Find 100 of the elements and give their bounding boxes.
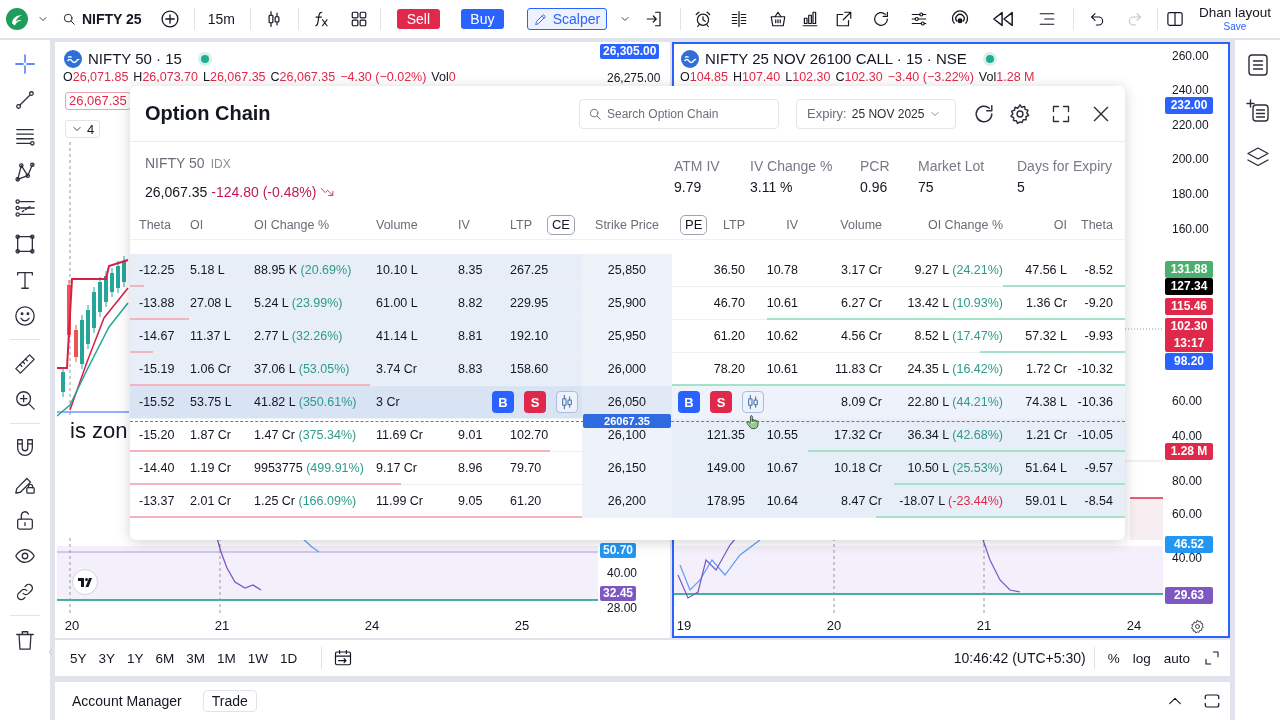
refresh-icon[interactable]: [973, 102, 995, 125]
table-cell: 267.25: [510, 263, 549, 277]
fullscreen-icon[interactable]: [1051, 103, 1071, 124]
layout-panel-icon[interactable]: [1165, 10, 1184, 28]
magnet-icon[interactable]: [14, 437, 36, 459]
table-cell: 8.52 L (17.47%): [914, 329, 1003, 343]
hand-cursor-icon: [746, 414, 760, 430]
expiry-dropdown[interactable]: Expiry: 25 NOV 2025: [796, 98, 956, 129]
symbol-search-button[interactable]: NIFTY 25: [62, 11, 142, 27]
lock-icon[interactable]: [14, 509, 36, 531]
zoom-in-icon[interactable]: [14, 389, 36, 411]
buy-button[interactable]: B: [678, 391, 700, 413]
table-row[interactable]: -13.37 2.01 Cr 1.25 Cr (166.09%) 11.99 Cr 9.05 61.20 26,200 178.95 10.64 8.47 Cr -18.07 L (-23.44%) 59.01 L -8.54: [130, 485, 1125, 518]
layers-icon[interactable]: [1245, 145, 1270, 169]
option-type-tag[interactable]: PE: [680, 215, 708, 235]
crosshair-icon[interactable]: [14, 53, 36, 75]
range-button[interactable]: 1M: [217, 650, 236, 666]
add-list-icon[interactable]: [1245, 99, 1270, 123]
align-right-icon[interactable]: [1037, 10, 1056, 28]
plus-circle-icon[interactable]: [159, 9, 180, 29]
layout-name[interactable]: Dhan layout: [1198, 6, 1271, 20]
option-type-tag[interactable]: CE: [546, 215, 575, 235]
search-icon: [62, 12, 76, 26]
line-tool-icon[interactable]: [14, 89, 36, 111]
range-button[interactable]: 6M: [155, 650, 175, 666]
table-cell: 149.00: [706, 461, 745, 475]
ohlc-value: C102.30: [835, 70, 883, 85]
external-link-icon[interactable]: [834, 10, 853, 28]
ruler-icon[interactable]: [14, 353, 36, 375]
scale-button[interactable]: %: [1107, 650, 1120, 666]
table-cell: 11.99 Cr: [376, 494, 423, 508]
refresh-icon[interactable]: [871, 10, 890, 28]
range-button[interactable]: 5Y: [70, 650, 87, 666]
scalper-button[interactable]: Scalper: [526, 8, 607, 30]
table-cell: -8.54: [1084, 494, 1113, 508]
buy-button[interactable]: B: [492, 391, 514, 413]
range-button[interactable]: 3Y: [98, 650, 116, 666]
settings-icon[interactable]: [1009, 102, 1031, 125]
table-row[interactable]: -14.40 1.19 Cr 9953775 (499.91%) 9.17 Cr 8.96 79.70 26,150 149.00 10.67 10.18 Cr 10.50 L (25.53%) 51.64 L -9.57: [130, 452, 1125, 485]
save-link[interactable]: Save: [1223, 21, 1247, 32]
table-row[interactable]: -12.25 5.18 L 88.95 K (20.69%) 10.10 L 8.35 267.25 25,850 36.50 10.78 3.17 Cr 9.27 L (24.21%) 47.56 L -8.52: [130, 254, 1125, 287]
chart-title[interactable]: NIFTY 50 · 15: [88, 49, 182, 69]
arrow-into-bracket-icon[interactable]: [644, 10, 663, 28]
text-tool-icon[interactable]: [14, 269, 36, 291]
link-icon[interactable]: [14, 581, 36, 603]
time-axis-label: 24: [1126, 618, 1142, 634]
smiley-icon[interactable]: [14, 305, 36, 327]
chart-title[interactable]: NIFTY 25 NOV 26100 CALL · 15 · NSE: [705, 49, 967, 69]
indicators-toggle-button[interactable]: 4: [65, 120, 101, 138]
table-row[interactable]: -13.88 27.08 L 5.24 L (23.99%) 61.00 L 8.82 229.95 25,900 46.70 10.61 6.27 Cr 13.42 L (10.93%) 1.36 Cr -9.20: [130, 287, 1125, 320]
table-row[interactable]: -15.19 1.06 Cr 37.06 L (53.05%) 3.74 Cr 8.83 158.60 26,000 78.20 10.61 11.83 Cr 24.35 L (16.42%) 1.72 Cr -10.32: [130, 353, 1125, 386]
chart-button[interactable]: [556, 391, 578, 413]
alarm-clock-icon[interactable]: [693, 10, 712, 28]
table-cell: -15.20: [139, 428, 175, 442]
settings-icon[interactable]: [1190, 619, 1205, 634]
undo-icon[interactable]: [1088, 11, 1105, 27]
list-icon[interactable]: [1245, 53, 1270, 77]
table-cell: 61.20: [713, 329, 745, 343]
chart-logo-icon[interactable]: [72, 569, 98, 595]
rectangle-tool-icon[interactable]: [14, 233, 36, 255]
table-cell: 158.60: [510, 362, 549, 376]
range-button[interactable]: 1D: [280, 650, 298, 666]
table-cell: 8.82: [458, 296, 483, 310]
table-cell: 41.14 L: [376, 329, 418, 343]
chart-button[interactable]: [742, 391, 764, 413]
sell-button[interactable]: Sell: [396, 9, 440, 29]
table-row[interactable]: -14.67 11.37 L 2.77 L (32.26%) 41.14 L 8.81 192.10 25,950 61.20 10.62 4.56 Cr 8.52 L (17.47%) 57.32 L -9.93: [130, 320, 1125, 353]
basket-icon[interactable]: [768, 10, 787, 28]
scale-button[interactable]: auto: [1163, 650, 1190, 666]
sliders-icon[interactable]: [909, 10, 928, 28]
corner-expand-icon[interactable]: [1204, 650, 1220, 666]
channel-tool-icon[interactable]: [14, 197, 36, 219]
time-axis-label: 25: [514, 618, 530, 634]
maximize-icon[interactable]: [1203, 692, 1221, 710]
price-tag: 46.52: [1165, 536, 1213, 553]
search-field[interactable]: Search Option Chain: [579, 98, 779, 129]
pattern-tool-icon[interactable]: [14, 161, 36, 183]
sell-button[interactable]: S: [710, 391, 732, 413]
column-header: Volume: [840, 217, 882, 232]
range-button[interactable]: 1W: [247, 650, 269, 666]
interval-button[interactable]: 15m: [207, 11, 235, 27]
trash-icon[interactable]: [14, 629, 36, 651]
table-cell: 1.19 Cr: [190, 461, 231, 475]
pen-icon: [533, 12, 548, 26]
app-logo-icon[interactable]: [6, 8, 28, 30]
table-cell: 41.82 L (350.61%): [254, 395, 357, 409]
buy-button[interactable]: Buy: [460, 9, 504, 29]
calendar-icon[interactable]: [334, 649, 353, 667]
column-header: OI Change %: [927, 217, 1003, 232]
strike-cell: 26,200: [582, 485, 672, 517]
bar-chart-icon[interactable]: [800, 10, 819, 28]
scale-button[interactable]: log: [1132, 650, 1151, 666]
align-center-icon[interactable]: [729, 10, 748, 28]
sell-button[interactable]: S: [524, 391, 546, 413]
stat-label: IV Change %: [750, 157, 833, 175]
range-button[interactable]: 3M: [186, 650, 206, 666]
trade-tab[interactable]: Trade: [202, 690, 257, 712]
grid-icon[interactable]: [349, 10, 368, 28]
table-cell: 3 Cr: [376, 395, 400, 409]
range-button[interactable]: 1Y: [127, 650, 144, 666]
